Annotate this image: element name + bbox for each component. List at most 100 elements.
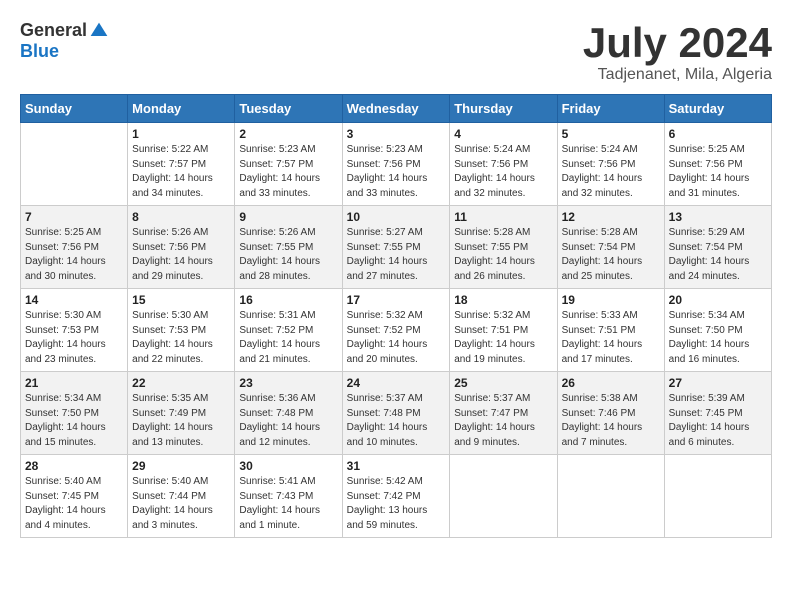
calendar-cell: 13Sunrise: 5:29 AM Sunset: 7:54 PM Dayli… (664, 206, 771, 289)
calendar-cell: 14 Sunrise: 5:30 AM Sunset: 7:53 PM Dayli… (21, 289, 128, 372)
day-number: 25 (454, 376, 552, 390)
calendar-cell: 12 Sunrise: 5:28 AM Sunset: 7:54 PM Dayli… (557, 206, 664, 289)
calendar-cell: 31 Sunrise: 5:42 AM Sunset: 7:42 PM Dayli… (342, 455, 450, 538)
day-number: 27 (669, 376, 767, 390)
header-day-sunday: Sunday (21, 95, 128, 123)
day-number: 20 (669, 293, 767, 307)
day-info: Sunrise: 5:24 AM Sunset: 7:56 PM Dayligh… (454, 143, 552, 201)
day-number: 4 (454, 127, 552, 141)
day-info: Sunrise: 5:40 AM Sunset: 7:45 PM Dayligh… (25, 475, 123, 533)
calendar-cell: 9 Sunrise: 5:26 AM Sunset: 7:55 PM Daylig… (235, 206, 342, 289)
day-number: 8 (132, 210, 230, 224)
location-title: Tadjenanet, Mila, Algeria (583, 66, 772, 84)
day-info: Sunrise: 5:38 AM Sunset: 7:46 PM Dayligh… (562, 392, 660, 450)
day-info: Sunrise: 5:25 AM Sunset: 7:56 PM Dayligh… (25, 226, 123, 284)
day-info: Sunrise: 5:37 AM Sunset: 7:48 PM Dayligh… (347, 392, 446, 450)
logo-icon (89, 21, 109, 41)
day-number: 1 (132, 127, 230, 141)
day-number: 3 (347, 127, 446, 141)
day-info: Sunrise: 5:40 AM Sunset: 7:44 PM Dayligh… (132, 475, 230, 533)
day-number: 22 (132, 376, 230, 390)
day-number: 16 (239, 293, 337, 307)
day-number: 12 (562, 210, 660, 224)
calendar-table: SundayMondayTuesdayWednesdayThursdayFrid… (20, 94, 772, 538)
header-day-saturday: Saturday (664, 95, 771, 123)
calendar-cell (21, 123, 128, 206)
header-day-tuesday: Tuesday (235, 95, 342, 123)
calendar-cell: 3 Sunrise: 5:23 AM Sunset: 7:56 PM Daylig… (342, 123, 450, 206)
calendar-cell: 29 Sunrise: 5:40 AM Sunset: 7:44 PM Dayli… (128, 455, 235, 538)
day-info: Sunrise: 5:28 AM Sunset: 7:54 PM Dayligh… (562, 226, 660, 284)
day-number: 15 (132, 293, 230, 307)
week-row-3: 14 Sunrise: 5:30 AM Sunset: 7:53 PM Dayli… (21, 289, 772, 372)
day-number: 5 (562, 127, 660, 141)
day-number: 23 (239, 376, 337, 390)
day-number: 31 (347, 459, 446, 473)
calendar-cell: 10 Sunrise: 5:27 AM Sunset: 7:55 PM Dayli… (342, 206, 450, 289)
calendar-cell (664, 455, 771, 538)
calendar-cell: 7 Sunrise: 5:25 AM Sunset: 7:56 PM Daylig… (21, 206, 128, 289)
day-info: Sunrise: 5:35 AM Sunset: 7:49 PM Dayligh… (132, 392, 230, 450)
day-info: Sunrise: 5:26 AM Sunset: 7:55 PM Dayligh… (239, 226, 337, 284)
calendar-cell: 20 Sunrise: 5:34 AM Sunset: 7:50 PM Dayli… (664, 289, 771, 372)
day-number: 6 (669, 127, 767, 141)
day-info: Sunrise: 5:31 AM Sunset: 7:52 PM Dayligh… (239, 309, 337, 367)
day-info: Sunrise: 5:23 AM Sunset: 7:57 PM Dayligh… (239, 143, 337, 201)
calendar-cell: 15 Sunrise: 5:30 AM Sunset: 7:53 PM Dayli… (128, 289, 235, 372)
header-day-friday: Friday (557, 95, 664, 123)
day-number: 14 (25, 293, 123, 307)
day-info: Sunrise: 5:27 AM Sunset: 7:55 PM Dayligh… (347, 226, 446, 284)
header-day-thursday: Thursday (450, 95, 557, 123)
title-area: July 2024 Tadjenanet, Mila, Algeria (583, 20, 772, 84)
calendar-cell: 17 Sunrise: 5:32 AM Sunset: 7:52 PM Dayli… (342, 289, 450, 372)
day-number: 10 (347, 210, 446, 224)
day-number: 24 (347, 376, 446, 390)
day-info: Sunrise: 5:37 AM Sunset: 7:47 PM Dayligh… (454, 392, 552, 450)
calendar-cell: 6 Sunrise: 5:25 AM Sunset: 7:56 PM Daylig… (664, 123, 771, 206)
day-number: 7 (25, 210, 123, 224)
day-info: Sunrise: 5:42 AM Sunset: 7:42 PM Dayligh… (347, 475, 446, 533)
calendar-cell: 30 Sunrise: 5:41 AM Sunset: 7:43 PM Dayli… (235, 455, 342, 538)
day-number: 19 (562, 293, 660, 307)
calendar-cell: 21 Sunrise: 5:34 AM Sunset: 7:50 PM Dayli… (21, 372, 128, 455)
calendar-cell: 2 Sunrise: 5:23 AM Sunset: 7:57 PM Daylig… (235, 123, 342, 206)
logo-blue-text: Blue (20, 41, 59, 62)
week-row-2: 7 Sunrise: 5:25 AM Sunset: 7:56 PM Daylig… (21, 206, 772, 289)
week-row-1: 1Sunrise: 5:22 AM Sunset: 7:57 PM Daylig… (21, 123, 772, 206)
day-number: 21 (25, 376, 123, 390)
day-info: Sunrise: 5:25 AM Sunset: 7:56 PM Dayligh… (669, 143, 767, 201)
day-number: 2 (239, 127, 337, 141)
week-row-5: 28 Sunrise: 5:40 AM Sunset: 7:45 PM Dayli… (21, 455, 772, 538)
day-number: 29 (132, 459, 230, 473)
day-info: Sunrise: 5:36 AM Sunset: 7:48 PM Dayligh… (239, 392, 337, 450)
day-number: 9 (239, 210, 337, 224)
calendar-cell: 1Sunrise: 5:22 AM Sunset: 7:57 PM Daylig… (128, 123, 235, 206)
day-info: Sunrise: 5:32 AM Sunset: 7:52 PM Dayligh… (347, 309, 446, 367)
calendar-cell: 28 Sunrise: 5:40 AM Sunset: 7:45 PM Dayli… (21, 455, 128, 538)
calendar-cell (450, 455, 557, 538)
day-number: 13 (669, 210, 767, 224)
day-info: Sunrise: 5:30 AM Sunset: 7:53 PM Dayligh… (132, 309, 230, 367)
calendar-cell: 24 Sunrise: 5:37 AM Sunset: 7:48 PM Dayli… (342, 372, 450, 455)
day-number: 18 (454, 293, 552, 307)
day-info: Sunrise: 5:34 AM Sunset: 7:50 PM Dayligh… (669, 309, 767, 367)
day-info: Sunrise: 5:39 AM Sunset: 7:45 PM Dayligh… (669, 392, 767, 450)
calendar-cell: 18 Sunrise: 5:32 AM Sunset: 7:51 PM Dayli… (450, 289, 557, 372)
day-info: Sunrise: 5:24 AM Sunset: 7:56 PM Dayligh… (562, 143, 660, 201)
calendar-cell: 26 Sunrise: 5:38 AM Sunset: 7:46 PM Dayli… (557, 372, 664, 455)
week-row-4: 21 Sunrise: 5:34 AM Sunset: 7:50 PM Dayli… (21, 372, 772, 455)
calendar-cell: 8Sunrise: 5:26 AM Sunset: 7:56 PM Daylig… (128, 206, 235, 289)
day-number: 17 (347, 293, 446, 307)
day-info: Sunrise: 5:41 AM Sunset: 7:43 PM Dayligh… (239, 475, 337, 533)
day-number: 28 (25, 459, 123, 473)
day-info: Sunrise: 5:34 AM Sunset: 7:50 PM Dayligh… (25, 392, 123, 450)
day-info: Sunrise: 5:32 AM Sunset: 7:51 PM Dayligh… (454, 309, 552, 367)
calendar-cell: 5 Sunrise: 5:24 AM Sunset: 7:56 PM Daylig… (557, 123, 664, 206)
calendar-cell: 16 Sunrise: 5:31 AM Sunset: 7:52 PM Dayli… (235, 289, 342, 372)
day-number: 30 (239, 459, 337, 473)
calendar-cell: 11Sunrise: 5:28 AM Sunset: 7:55 PM Dayli… (450, 206, 557, 289)
day-info: Sunrise: 5:23 AM Sunset: 7:56 PM Dayligh… (347, 143, 446, 201)
header-day-monday: Monday (128, 95, 235, 123)
day-number: 26 (562, 376, 660, 390)
day-info: Sunrise: 5:30 AM Sunset: 7:53 PM Dayligh… (25, 309, 123, 367)
